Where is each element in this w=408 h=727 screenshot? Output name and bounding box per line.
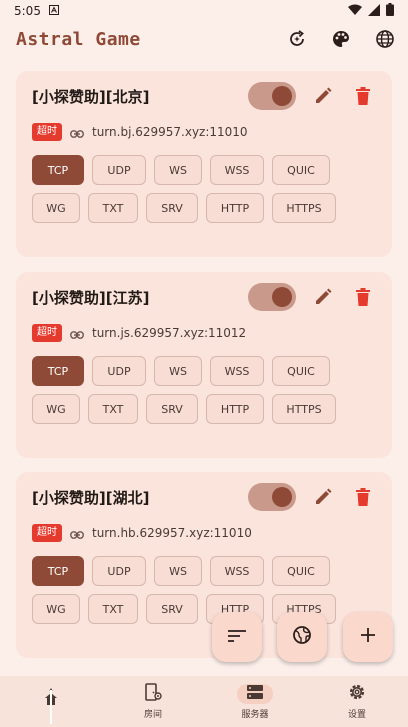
protocol-chip-wg[interactable]: WG: [32, 594, 80, 624]
server-address: turn.hb.629957.xyz:11010: [92, 526, 252, 540]
protocol-chip-wss[interactable]: WSS: [210, 356, 264, 386]
protocol-chip-tcp[interactable]: TCP: [32, 556, 84, 586]
server-icon: [246, 684, 264, 703]
protocol-chip-srv[interactable]: SRV: [146, 193, 198, 223]
protocol-chip-udp[interactable]: UDP: [92, 356, 146, 386]
delete-icon[interactable]: [350, 284, 376, 310]
server-card: [小探赞助][湖北] 超时 turn.hb.629957.xyz:11010 T…: [16, 472, 392, 658]
link-icon: [70, 324, 84, 343]
protocol-chip-quic[interactable]: QUIC: [272, 155, 330, 185]
status-time: 5:05: [14, 4, 41, 18]
protocol-chip-udp[interactable]: UDP: [92, 556, 146, 586]
globe-icon: [292, 625, 312, 649]
protocol-chip-tcp[interactable]: TCP: [32, 155, 84, 185]
server-enable-toggle[interactable]: [248, 283, 296, 311]
protocol-chip-ws[interactable]: WS: [154, 556, 202, 586]
server-card: [小探赞助][江苏] 超时 turn.js.629957.xyz:11012 T…: [16, 272, 392, 458]
sort-icon: [227, 628, 247, 647]
protocol-chip-wss[interactable]: WSS: [210, 155, 264, 185]
edit-icon[interactable]: [310, 284, 336, 310]
nav-item-settings[interactable]: 设置: [306, 676, 408, 727]
protocol-chip-txt[interactable]: TXT: [88, 193, 138, 223]
nav-item-label: 服务器: [241, 709, 269, 720]
language-icon[interactable]: [374, 28, 396, 50]
sort-button[interactable]: [212, 612, 262, 662]
protocol-chip-http[interactable]: HTTP: [206, 394, 264, 424]
server-card: [小探赞助][北京] 超时 turn.bj.629957.xyz:11010 T…: [16, 71, 392, 257]
settings-icon: [348, 683, 366, 704]
protocol-chip-ws[interactable]: WS: [154, 356, 202, 386]
nav-item-label: 设置: [347, 709, 366, 720]
edit-icon[interactable]: [310, 83, 336, 109]
public-servers-button[interactable]: [277, 612, 327, 662]
palette-icon[interactable]: [330, 28, 352, 50]
server-name: [小探赞助][湖北]: [32, 488, 150, 507]
protocol-chip-https[interactable]: HTTPS: [272, 193, 336, 223]
status-bar: 5:05: [0, 0, 408, 22]
delete-icon[interactable]: [350, 83, 376, 109]
server-address: turn.js.629957.xyz:11012: [92, 326, 247, 340]
notification-icon: [48, 4, 59, 18]
app-bar: Astral Game: [0, 22, 408, 56]
app-title: Astral Game: [16, 28, 141, 50]
link-icon: [70, 123, 84, 142]
protocol-chip-wss[interactable]: WSS: [210, 556, 264, 586]
server-list: [小探赞助][北京] 超时 turn.bj.629957.xyz:11010 T…: [0, 56, 408, 676]
nav-item-room[interactable]: 房间: [102, 676, 204, 727]
protocol-chip-quic[interactable]: QUIC: [272, 356, 330, 386]
protocol-chip-txt[interactable]: TXT: [88, 594, 138, 624]
protocol-chips: TCP UDP WS WSS QUIC WG TXT SRV HTTP HTTP…: [32, 155, 352, 223]
protocol-chip-wg[interactable]: WG: [32, 394, 80, 424]
server-enable-toggle[interactable]: [248, 82, 296, 110]
wifi-icon: [348, 4, 362, 19]
protocol-chip-quic[interactable]: QUIC: [272, 556, 330, 586]
protocol-chip-srv[interactable]: SRV: [146, 394, 198, 424]
battery-icon: [386, 3, 394, 19]
link-icon: [70, 524, 84, 543]
server-enable-toggle[interactable]: [248, 483, 296, 511]
server-name: [小探赞助][江苏]: [32, 288, 150, 307]
bottom-nav: 房间 服务器 设置: [0, 676, 408, 727]
server-address: turn.bj.629957.xyz:11010: [92, 125, 248, 139]
plus-icon: [360, 627, 376, 647]
refresh-icon[interactable]: [286, 28, 308, 50]
room-icon: [144, 683, 162, 704]
protocol-chip-srv[interactable]: SRV: [146, 594, 198, 624]
protocol-chips: TCP UDP WS WSS QUIC WG TXT SRV HTTP HTTP…: [32, 356, 352, 424]
signal-icon: [368, 3, 380, 19]
protocol-chip-tcp[interactable]: TCP: [32, 356, 84, 386]
edit-icon[interactable]: [310, 484, 336, 510]
gesture-handle: [44, 686, 58, 724]
protocol-chip-udp[interactable]: UDP: [92, 155, 146, 185]
delete-icon[interactable]: [350, 484, 376, 510]
protocol-chip-http[interactable]: HTTP: [206, 193, 264, 223]
server-name: [小探赞助][北京]: [32, 87, 150, 106]
add-server-button[interactable]: [343, 612, 393, 662]
protocol-chip-https[interactable]: HTTPS: [272, 394, 336, 424]
nav-item-label: 房间: [143, 709, 162, 720]
protocol-chip-txt[interactable]: TXT: [88, 394, 138, 424]
status-badge: 超时: [32, 123, 62, 141]
nav-item-server[interactable]: 服务器: [204, 676, 306, 727]
protocol-chip-wg[interactable]: WG: [32, 193, 80, 223]
status-badge: 超时: [32, 524, 62, 542]
protocol-chip-ws[interactable]: WS: [154, 155, 202, 185]
status-badge: 超时: [32, 324, 62, 342]
